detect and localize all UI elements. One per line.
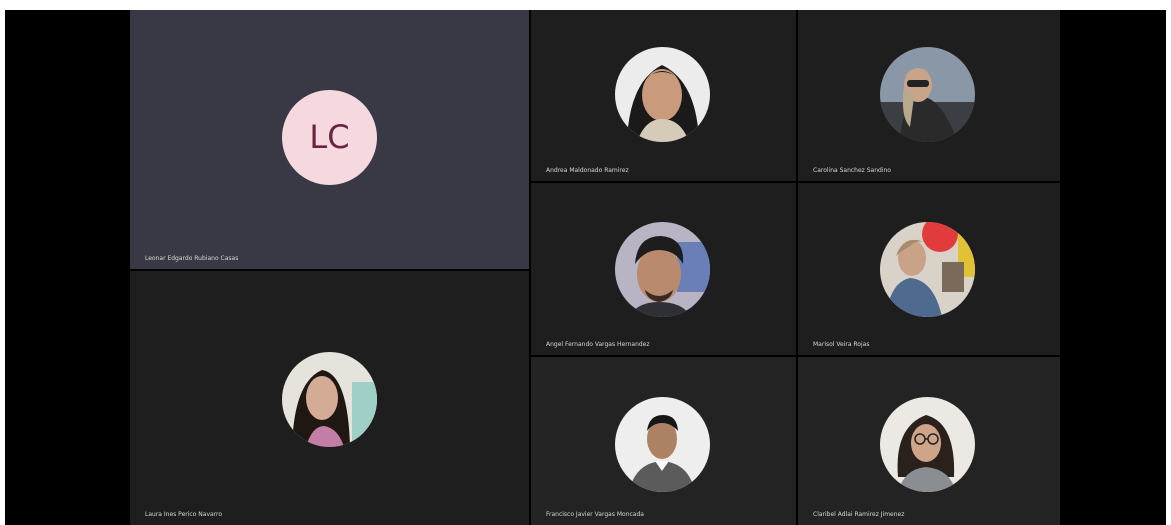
participant-initials-avatar: LC	[282, 90, 377, 185]
participant-name: Marisol Veira Rojas	[813, 341, 870, 348]
participant-photo-avatar	[282, 352, 377, 447]
participant-photo-avatar	[615, 397, 710, 492]
participant-tile[interactable]: Claribel Adlai Ramirez Jimenez	[798, 357, 1060, 525]
participant-tile[interactable]: Andrea Maldonado Ramirez	[531, 10, 796, 181]
participant-tile[interactable]: Marisol Veira Rojas	[798, 183, 1060, 355]
meeting-window: LC Leonar Edgardo Rubiano Casas Andrea M…	[0, 0, 1171, 525]
participant-photo-avatar	[880, 222, 975, 317]
video-grid: LC Leonar Edgardo Rubiano Casas Andrea M…	[5, 10, 1166, 525]
participant-tile[interactable]: Laura Ines Perico Navarro	[130, 271, 529, 525]
participant-photo-avatar	[615, 47, 710, 142]
participant-tile-featured[interactable]: LC Leonar Edgardo Rubiano Casas	[130, 10, 529, 269]
participant-photo-avatar	[615, 222, 710, 317]
participant-name: Carolina Sanchez Sandino	[813, 167, 891, 174]
participant-name: Andrea Maldonado Ramirez	[546, 167, 629, 174]
participant-name: Francisco Javier Vargas Moncada	[546, 511, 644, 518]
participant-tile[interactable]: Francisco Javier Vargas Moncada	[531, 357, 796, 525]
participant-name: Leonar Edgardo Rubiano Casas	[145, 255, 239, 262]
participant-name: Angel Fernando Vargas Hernandez	[546, 341, 650, 348]
participant-tile[interactable]: Angel Fernando Vargas Hernandez	[531, 183, 796, 355]
participant-tile[interactable]: Carolina Sanchez Sandino	[798, 10, 1060, 181]
participant-photo-avatar	[880, 397, 975, 492]
participant-photo-avatar	[880, 47, 975, 142]
participant-name: Claribel Adlai Ramirez Jimenez	[813, 511, 905, 518]
participant-name: Laura Ines Perico Navarro	[145, 511, 223, 518]
